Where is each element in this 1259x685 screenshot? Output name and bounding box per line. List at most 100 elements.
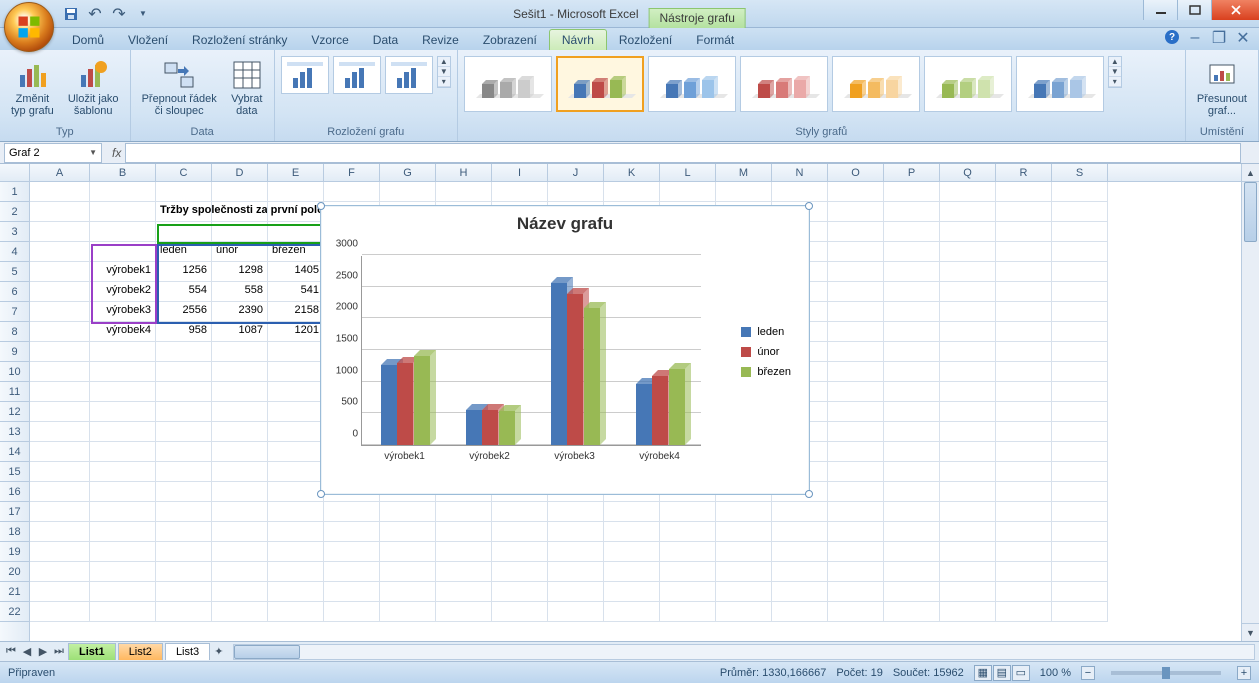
cell[interactable]: výrobek4 [90,322,156,342]
chart-title[interactable]: Název grafu [321,206,809,242]
cell[interactable] [156,402,212,422]
cell[interactable] [940,362,996,382]
cell[interactable] [1052,322,1108,342]
cell[interactable] [604,522,660,542]
cell[interactable] [716,502,772,522]
close-workbook-icon[interactable]: ✕ [1235,30,1251,46]
cell[interactable] [996,442,1052,462]
cell[interactable] [828,442,884,462]
cell[interactable] [90,602,156,622]
chart-object[interactable]: Název grafu 050010001500200025003000 výr… [320,205,810,495]
cell[interactable] [716,602,772,622]
cell[interactable] [772,502,828,522]
cell[interactable] [940,562,996,582]
cell[interactable] [156,182,212,202]
cell[interactable] [324,182,380,202]
cell[interactable] [212,542,268,562]
cell[interactable] [828,502,884,522]
cell[interactable] [90,442,156,462]
chart-layout-option[interactable] [333,56,381,94]
cell[interactable] [212,502,268,522]
cell[interactable] [884,242,940,262]
cell[interactable] [1052,442,1108,462]
cell[interactable] [604,182,660,202]
cell[interactable] [324,602,380,622]
tab-data[interactable]: Data [361,30,410,50]
row-header[interactable]: 3 [0,222,29,242]
row-header[interactable]: 20 [0,562,29,582]
tab-revize[interactable]: Revize [410,30,471,50]
cell[interactable] [380,562,436,582]
cell[interactable] [940,462,996,482]
cell[interactable]: 2556 [156,302,212,322]
cell[interactable] [548,562,604,582]
column-header[interactable]: O [828,164,884,181]
cell[interactable] [828,562,884,582]
cell[interactable] [156,362,212,382]
cell[interactable] [90,222,156,242]
cell[interactable] [268,202,324,222]
cell[interactable] [90,202,156,222]
column-header[interactable]: A [30,164,90,181]
cell[interactable]: 2390 [212,302,268,322]
zoom-in-button[interactable]: + [1237,666,1251,680]
cell[interactable] [940,522,996,542]
column-header[interactable]: J [548,164,604,181]
cell[interactable] [548,522,604,542]
cell[interactable] [212,582,268,602]
cell[interactable] [996,302,1052,322]
cell[interactable] [492,602,548,622]
cell[interactable] [828,322,884,342]
cell[interactable] [548,502,604,522]
cell[interactable]: 558 [212,282,268,302]
cell[interactable] [884,202,940,222]
view-normal-icon[interactable]: ▦ [974,665,992,681]
row-header[interactable]: 2 [0,202,29,222]
cell[interactable] [212,382,268,402]
cell[interactable] [380,602,436,622]
resize-handle[interactable] [317,202,325,210]
cell[interactable] [156,562,212,582]
cell[interactable] [940,402,996,422]
row-header[interactable]: 4 [0,242,29,262]
chart-style-option[interactable] [740,56,828,112]
cell[interactable]: 554 [156,282,212,302]
gallery-expand-icon[interactable]: ▾ [1109,77,1121,87]
scroll-up-icon[interactable]: ▲ [1242,164,1259,182]
cell[interactable] [380,502,436,522]
cell[interactable] [90,482,156,502]
cell[interactable]: výrobek1 [90,262,156,282]
row-header[interactable]: 14 [0,442,29,462]
cell[interactable] [940,422,996,442]
cell[interactable] [940,282,996,302]
cell[interactable] [996,322,1052,342]
cell[interactable]: březen [268,242,324,262]
cell[interactable] [90,342,156,362]
tab-rozložení[interactable]: Rozložení [607,30,684,50]
cell[interactable] [828,402,884,422]
row-header[interactable]: 10 [0,362,29,382]
cell[interactable] [436,182,492,202]
chart-style-option[interactable] [464,56,552,112]
select-all-corner[interactable] [0,164,30,181]
row-header[interactable]: 15 [0,462,29,482]
cell[interactable] [30,562,90,582]
cell[interactable]: 1256 [156,262,212,282]
cell[interactable] [268,222,324,242]
cell[interactable] [212,202,268,222]
cell[interactable] [212,182,268,202]
cell[interactable] [1052,462,1108,482]
cell[interactable] [30,482,90,502]
name-box-dropdown-icon[interactable]: ▼ [89,148,97,157]
row-header[interactable]: 9 [0,342,29,362]
cell[interactable] [772,582,828,602]
cell[interactable] [940,542,996,562]
column-header[interactable]: N [772,164,828,181]
cell[interactable] [1052,342,1108,362]
cell[interactable] [90,182,156,202]
cell[interactable] [1052,202,1108,222]
cell[interactable] [1052,542,1108,562]
cell[interactable] [30,542,90,562]
cell[interactable] [90,382,156,402]
cell[interactable] [940,202,996,222]
